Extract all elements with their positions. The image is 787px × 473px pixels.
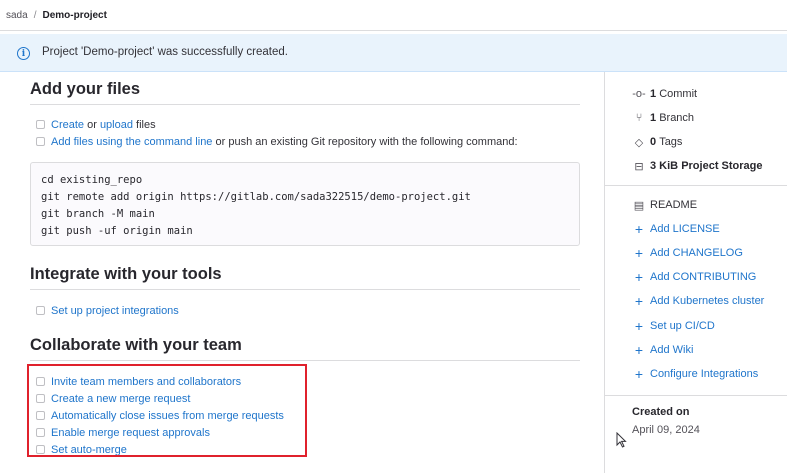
section-divider	[30, 360, 580, 361]
alert-message: Project 'Demo-project' was successfully …	[42, 46, 288, 58]
created-on-date: April 09, 2024	[632, 424, 700, 436]
configure-integrations-label: Configure Integrations	[650, 368, 759, 380]
command-line-text: or push an existing Git repository with …	[212, 135, 518, 148]
checkbox-icon	[36, 120, 45, 129]
readme-item[interactable]: ▤ README	[632, 197, 697, 213]
breadcrumb-current[interactable]: Demo-project	[42, 10, 106, 21]
checklist-item-integrations: Set up project integrations	[30, 302, 179, 319]
collaborate-title: Collaborate with your team	[30, 336, 242, 354]
setup-cicd-button[interactable]: + Set up CI/CD	[632, 318, 715, 334]
section-divider	[30, 289, 580, 290]
tag-label: Tags	[659, 136, 683, 148]
readme-label: README	[650, 199, 698, 211]
code-line: git push -uf origin main	[41, 225, 193, 237]
highlight-box	[27, 364, 307, 457]
add-license-label: Add LICENSE	[650, 223, 720, 235]
add-contributing-button[interactable]: + Add CONTRIBUTING	[632, 269, 756, 285]
stat-storage[interactable]: ⊟ 3 KiB Project Storage	[632, 158, 763, 174]
add-files-section: Add your files	[30, 80, 580, 105]
upload-link[interactable]: upload	[100, 119, 133, 131]
plus-icon: +	[634, 269, 644, 285]
integrate-title: Integrate with your tools	[30, 265, 222, 283]
command-line-link[interactable]: Add files using the command line	[51, 136, 212, 148]
breadcrumb-parent[interactable]: sada	[6, 10, 28, 21]
project-sidebar: -o- 1 Commit ⑂ 1 Branch ◇ 0 Tags ⊟ 3 KiB…	[604, 72, 787, 473]
plus-icon: +	[634, 366, 644, 382]
document-icon: ▤	[633, 199, 645, 212]
add-contributing-label: Add CONTRIBUTING	[650, 271, 757, 283]
breadcrumb-separator: /	[33, 10, 37, 21]
created-on-label: Created on	[632, 406, 690, 418]
files-text: files	[132, 118, 156, 131]
or-text: or	[84, 118, 100, 131]
storage-size: 3 KiB	[650, 160, 679, 172]
checklist-item-command-line: Add files using the command line or push…	[30, 133, 590, 150]
branch-label: Branch	[659, 112, 695, 124]
plus-icon: +	[634, 245, 644, 261]
sidebar-divider	[605, 395, 787, 396]
tag-count: 0	[650, 136, 657, 148]
integrations-link[interactable]: Set up project integrations	[51, 305, 179, 317]
create-link[interactable]: Create	[51, 119, 84, 131]
mouse-cursor-icon	[616, 432, 627, 448]
success-alert: i Project 'Demo-project' was successfull…	[0, 34, 787, 72]
add-files-title: Add your files	[30, 80, 141, 98]
code-line: git branch -M main	[41, 208, 155, 220]
add-kubernetes-button[interactable]: + Add Kubernetes cluster	[632, 293, 764, 309]
branch-count: 1	[650, 112, 657, 124]
branch-icon: ⑂	[635, 112, 643, 124]
add-kubernetes-label: Add Kubernetes cluster	[650, 295, 765, 307]
tag-icon: ◇	[634, 136, 644, 149]
plus-icon: +	[634, 293, 644, 309]
header-divider	[0, 30, 787, 31]
add-changelog-label: Add CHANGELOG	[650, 247, 743, 259]
add-license-button[interactable]: + Add LICENSE	[632, 221, 720, 237]
storage-icon: ⊟	[634, 160, 644, 173]
commit-count: 1	[650, 88, 657, 100]
commit-label: Commit	[659, 88, 698, 100]
plus-icon: +	[634, 318, 644, 334]
configure-integrations-button[interactable]: + Configure Integrations	[632, 366, 758, 382]
add-wiki-button[interactable]: + Add Wiki	[632, 342, 694, 358]
plus-icon: +	[634, 221, 644, 237]
breadcrumb: sada / Demo-project	[6, 10, 107, 21]
git-command-block: cd existing_repo git remote add origin h…	[30, 162, 580, 246]
add-changelog-button[interactable]: + Add CHANGELOG	[632, 245, 743, 261]
setup-cicd-label: Set up CI/CD	[650, 320, 715, 332]
sidebar-divider	[605, 185, 787, 186]
info-icon: i	[17, 47, 30, 60]
code-line: git remote add origin https://gitlab.com…	[41, 191, 471, 203]
checkbox-icon	[36, 306, 45, 315]
collaborate-section: Collaborate with your team	[30, 336, 580, 361]
code-line: cd existing_repo	[41, 174, 143, 186]
stat-branches[interactable]: ⑂ 1 Branch	[632, 110, 694, 126]
section-divider	[30, 104, 580, 105]
checkbox-icon	[36, 137, 45, 146]
commit-icon: -o-	[632, 88, 646, 100]
integrate-section: Integrate with your tools	[30, 265, 580, 290]
add-wiki-label: Add Wiki	[650, 344, 694, 356]
plus-icon: +	[634, 342, 644, 358]
stat-commits[interactable]: -o- 1 Commit	[632, 86, 697, 102]
storage-label: Project Storage	[681, 160, 763, 172]
stat-tags[interactable]: ◇ 0 Tags	[632, 134, 683, 150]
checklist-item-create-upload: Create or upload files	[30, 116, 156, 133]
